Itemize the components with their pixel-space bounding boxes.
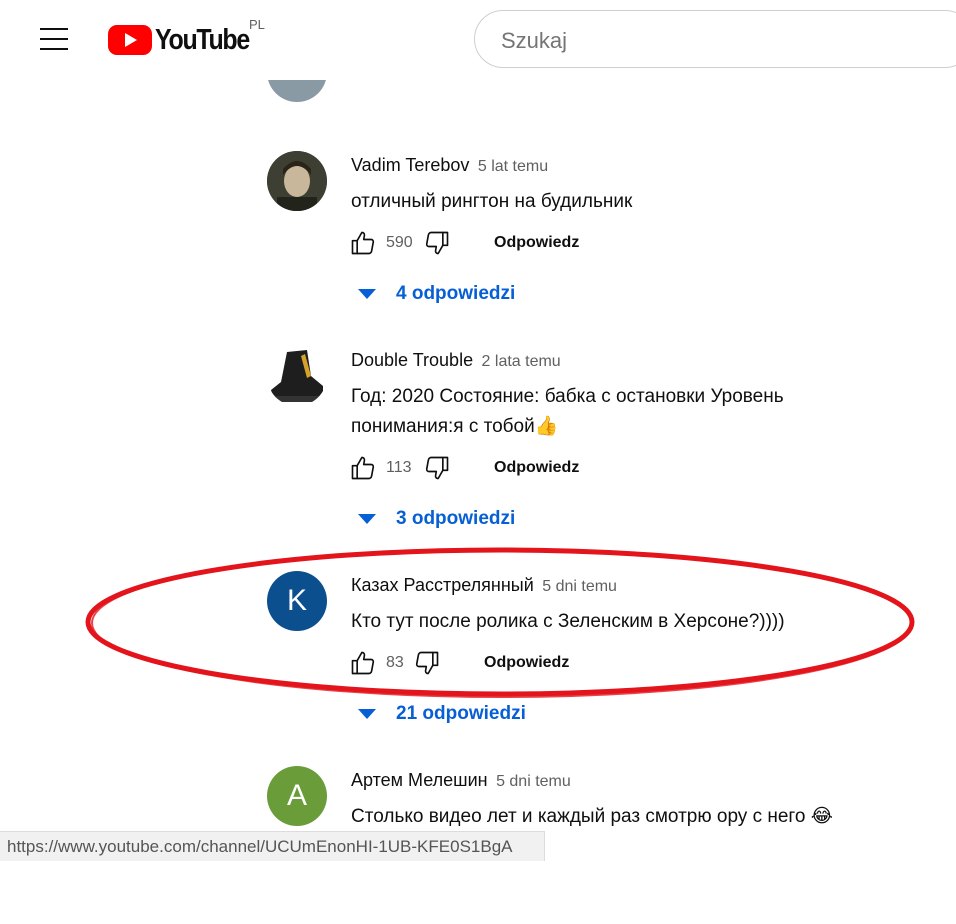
comment-time[interactable]: 5 lat temu	[478, 158, 548, 175]
replies-label: 4 odpowiedzi	[396, 283, 516, 304]
avatar[interactable]	[267, 151, 327, 211]
comment-actions: 113 Odpowiedz	[346, 451, 579, 485]
avatar-photo-icon	[267, 151, 327, 211]
comment-author[interactable]: Артем Мелешин	[351, 770, 488, 790]
view-replies-button[interactable]: 4 odpowiedzi	[358, 283, 515, 305]
replies-label: 21 odpowiedzi	[396, 703, 526, 724]
view-replies-button[interactable]: 3 odpowiedzi	[358, 508, 515, 530]
boot-icon	[267, 346, 327, 406]
comment-text: отличный рингтон на будильник	[351, 191, 633, 212]
comment-header: Артем Мелешин 5 dni temu	[351, 770, 571, 791]
search-input[interactable]	[499, 27, 943, 55]
status-bar-url: https://www.youtube.com/channel/UCUmEnon…	[0, 831, 545, 861]
reply-button[interactable]: Odpowiedz	[494, 459, 579, 477]
comment-author[interactable]: Double Trouble	[351, 350, 473, 370]
comment-text: Год: 2020 Состояние: бабка с остановки У…	[351, 386, 784, 437]
logo-wordmark: YouTube	[155, 23, 250, 56]
like-count: 83	[386, 654, 404, 671]
avatar[interactable]: A	[267, 766, 327, 826]
comment-author[interactable]: Казах Расстрелянный	[351, 575, 534, 595]
comment-header: Казах Расстрелянный 5 dni temu	[351, 575, 617, 596]
comment-actions: 83 Odpowiedz	[346, 646, 569, 680]
dislike-icon[interactable]	[410, 646, 444, 680]
masthead: YouTube PL	[0, 0, 956, 80]
caret-down-icon	[358, 709, 376, 719]
like-icon[interactable]	[346, 646, 380, 680]
comment-text: Столько видео лет и каждый раз смотрю ор…	[351, 806, 833, 827]
comment-header: Double Trouble 2 lata temu	[351, 350, 561, 371]
comment-time[interactable]: 5 dni temu	[542, 578, 617, 595]
country-code: PL	[249, 17, 265, 32]
youtube-logo[interactable]: YouTube	[108, 24, 264, 56]
menu-icon[interactable]	[40, 28, 68, 50]
dislike-icon[interactable]	[420, 226, 454, 260]
caret-down-icon	[358, 514, 376, 524]
view-replies-button[interactable]: 21 odpowiedzi	[358, 703, 526, 725]
dislike-icon[interactable]	[420, 451, 454, 485]
comment-author[interactable]: Vadim Terebov	[351, 155, 469, 175]
like-count: 590	[386, 234, 413, 251]
reply-button[interactable]: Odpowiedz	[484, 654, 569, 672]
avatar[interactable]: K	[267, 571, 327, 631]
youtube-play-icon	[108, 25, 152, 55]
like-icon[interactable]	[346, 451, 380, 485]
avatar[interactable]	[267, 346, 327, 406]
like-count: 113	[386, 459, 412, 476]
comment-actions: 590 Odpowiedz	[346, 226, 579, 260]
comment-text: Кто тут после ролика с Зеленским в Херсо…	[351, 611, 785, 632]
reply-button[interactable]: Odpowiedz	[494, 234, 579, 252]
like-icon[interactable]	[346, 226, 380, 260]
comment-time[interactable]: 2 lata temu	[482, 353, 561, 370]
search-box[interactable]	[474, 10, 956, 68]
caret-down-icon	[358, 289, 376, 299]
comment-header: Vadim Terebov 5 lat temu	[351, 155, 548, 176]
replies-label: 3 odpowiedzi	[396, 508, 516, 529]
comment-time[interactable]: 5 dni temu	[496, 773, 571, 790]
